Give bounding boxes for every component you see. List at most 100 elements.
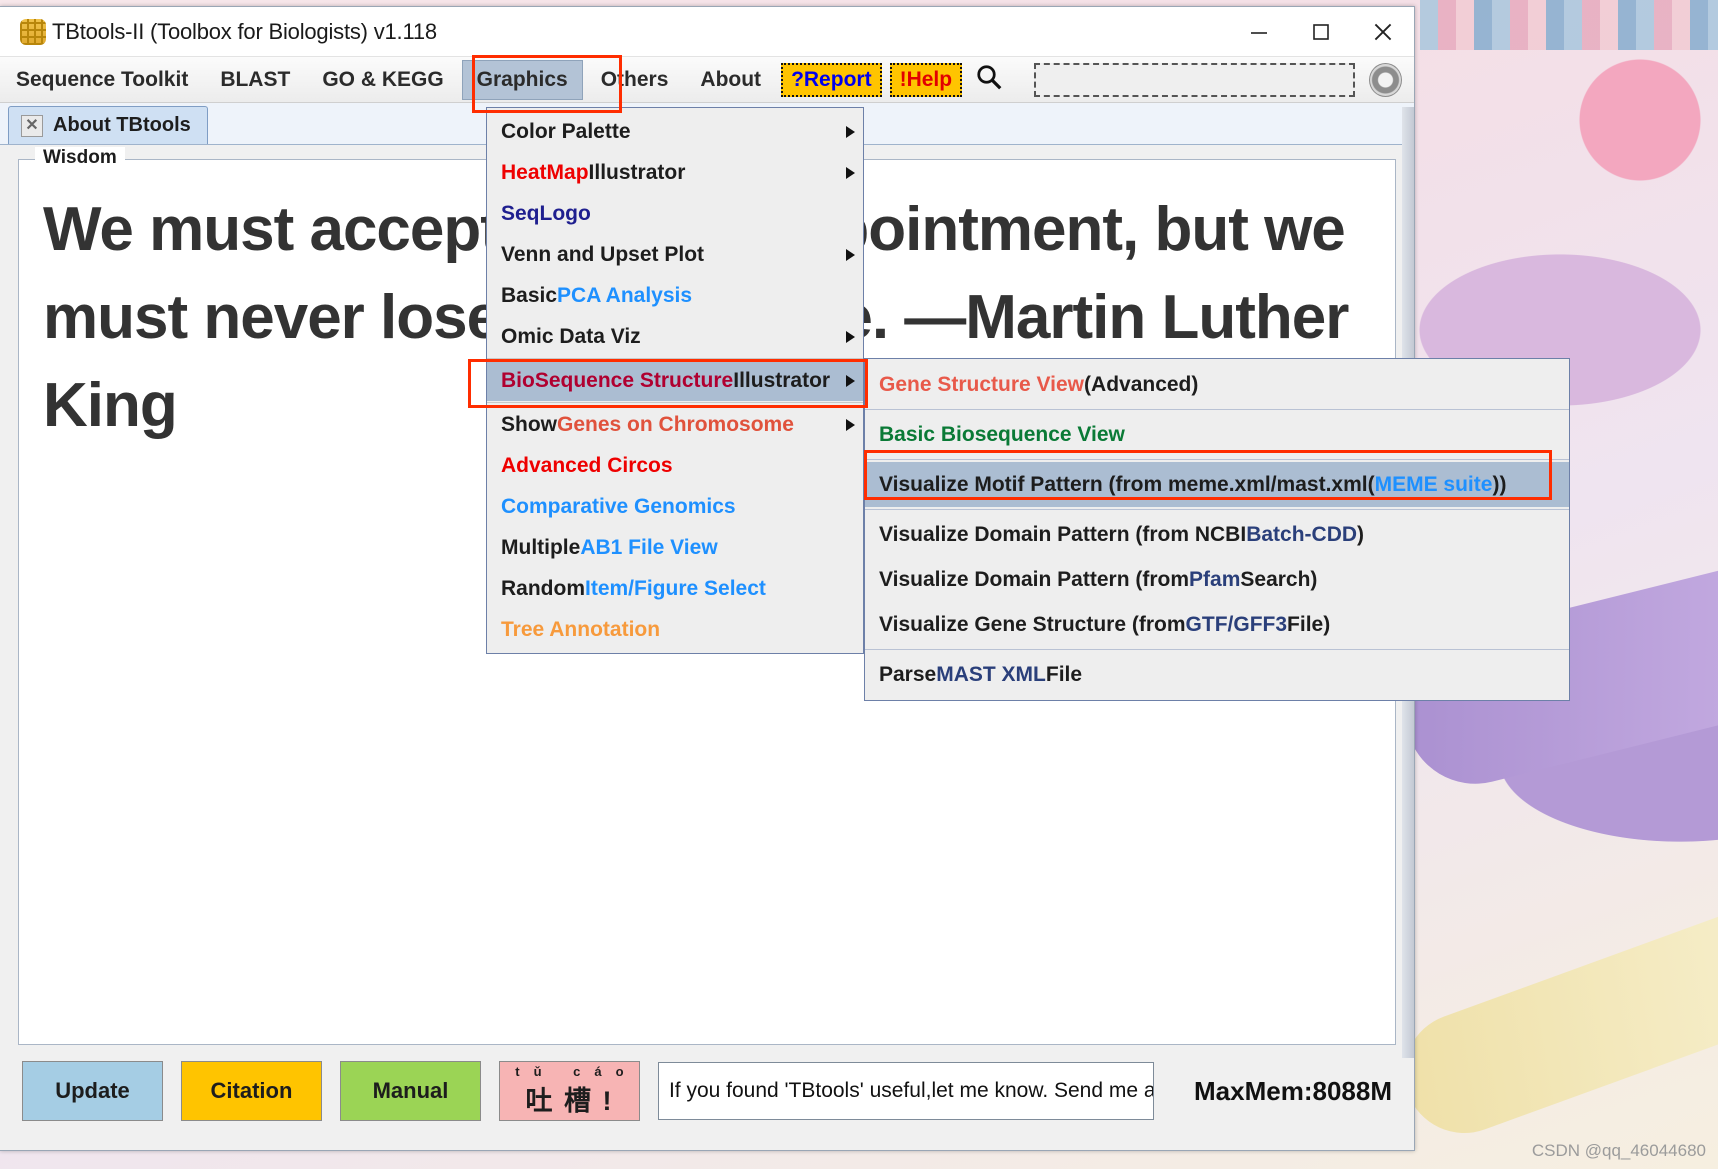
graphics-dropdown-menu: Color Palette HeatMap Illustrator SeqLogo V… — [486, 107, 864, 654]
graphics-menu-item-seqlogo-text-0: SeqLogo — [501, 201, 591, 225]
tab-about-tbtools[interactable]: ✕ About TBtools — [8, 106, 208, 144]
menu-graphics[interactable]: Graphics — [461, 59, 583, 100]
graphics-menu-item-show-genes-on-chromosome-text-0: Show — [501, 412, 557, 436]
submenu-item-parse-mast-xml-file-text-2: File — [1045, 662, 1083, 686]
graphics-menu-item-omic-data-viz-text-0: Omic Data Viz — [501, 324, 641, 348]
submenu-item-visualize-motif-pattern[interactable]: Visualize Motif Pattern (from meme.xml/m… — [865, 462, 1569, 507]
help-button[interactable]: !Help — [889, 62, 963, 97]
graphics-menu-item-heatmap-illustrator[interactable]: HeatMap Illustrator — [487, 152, 863, 193]
tucao-pinyin: tǔ cáo — [515, 1064, 638, 1079]
graphics-menu-item-biosequence-structure-illustrator[interactable]: BioSequence Structure Illustrator — [487, 360, 863, 401]
graphics-menu-item-multiple-ab1-file-view-text-0: Multiple — [501, 535, 581, 559]
graphics-menu-item-random-item-figure-select[interactable]: Random Item/Figure Select — [487, 568, 863, 609]
chevron-right-icon — [846, 330, 855, 343]
graphics-menu-item-comparative-genomics[interactable]: Comparative Genomics — [487, 486, 863, 527]
menu-separator — [487, 402, 863, 403]
submenu-item-visualize-domain-pattern-ncbi-batch-cdd-text-1: Batch-CDD — [1246, 522, 1358, 546]
submenu-item-gene-structure-view-advanced[interactable]: Gene Structure View (Advanced) — [865, 362, 1569, 407]
graphics-menu-item-comparative-genomics-text-0: Comparative Genomics — [501, 494, 736, 518]
graphics-menu-item-seqlogo[interactable]: SeqLogo — [487, 193, 863, 234]
menu-separator — [865, 509, 1569, 510]
submenu-item-visualize-motif-pattern-text-2: )) — [1492, 472, 1507, 496]
submenu-item-visualize-motif-pattern-text-0: Visualize Motif Pattern (from meme.xml/m… — [879, 472, 1375, 496]
menu-others[interactable]: Others — [587, 61, 683, 99]
record-toggle-icon[interactable] — [1368, 62, 1402, 97]
search-icon[interactable] — [974, 62, 1004, 97]
chevron-right-icon — [846, 125, 855, 138]
chevron-right-icon — [846, 418, 855, 431]
menu-blast[interactable]: BLAST — [206, 61, 304, 99]
help-mark: ! — [899, 67, 907, 91]
minimize-icon[interactable] — [1228, 7, 1290, 57]
bottom-bar: Update Citation Manual tǔ cáo 吐 槽 ! If y… — [0, 1052, 1414, 1130]
submenu-item-gene-structure-view-advanced-text-0: Gene Structure View — [879, 372, 1085, 396]
submenu-item-visualize-domain-pattern-ncbi-batch-cdd[interactable]: Visualize Domain Pattern (from NCBI Batc… — [865, 512, 1569, 557]
message-input[interactable]: If you found 'TBtools' useful,let me kno… — [657, 1062, 1155, 1120]
graphics-menu-item-heatmap-illustrator-text-0: HeatMap — [501, 160, 589, 184]
citation-button[interactable]: Citation — [180, 1061, 322, 1121]
graphics-menu-item-show-genes-on-chromosome-text-1: Genes on Chromosome — [557, 412, 794, 436]
graphics-menu-item-advanced-circos-text-0: Advanced Circos — [501, 453, 673, 477]
menu-go-kegg[interactable]: GO & KEGG — [308, 61, 457, 99]
application-window: TBtools-II (Toolbox for Biologists) v1.1… — [0, 6, 1570, 1151]
graphics-menu-item-heatmap-illustrator-text-1: Illustrator — [588, 160, 686, 184]
menu-bar: Sequence Toolkit BLAST GO & KEGG Graphic… — [0, 57, 1414, 103]
tab-close-icon[interactable]: ✕ — [21, 114, 43, 137]
tucao-hanzi: 吐 槽 ! — [525, 1086, 614, 1116]
submenu-item-parse-mast-xml-file[interactable]: Parse MAST XML File — [865, 652, 1569, 697]
menu-sequence-toolkit[interactable]: Sequence Toolkit — [2, 61, 202, 99]
graphics-menu-item-omic-data-viz[interactable]: Omic Data Viz — [487, 316, 863, 357]
submenu-item-visualize-gene-structure-gtf-gff3-text-1: GTF/GFF3 — [1185, 612, 1288, 636]
report-mark: ? — [791, 67, 804, 91]
graphics-menu-item-show-genes-on-chromosome[interactable]: Show Genes on Chromosome — [487, 404, 863, 445]
submenu-item-visualize-domain-pattern-pfam-search-text-2: Search) — [1240, 567, 1318, 591]
close-icon[interactable] — [1352, 7, 1414, 57]
report-button[interactable]: ?Report — [781, 62, 882, 97]
graphics-menu-item-multiple-ab1-file-view-text-1: AB1 File View — [580, 535, 718, 559]
feedback-tucao-button[interactable]: tǔ cáo 吐 槽 ! — [498, 1061, 640, 1121]
search-input[interactable] — [1034, 62, 1355, 97]
manual-button[interactable]: Manual — [339, 1061, 481, 1121]
graphics-menu-item-multiple-ab1-file-view[interactable]: Multiple AB1 File View — [487, 527, 863, 568]
submenu-item-basic-biosequence-view-text-0: Basic Biosequence View — [879, 422, 1125, 446]
submenu-item-visualize-motif-pattern-text-1: MEME suite — [1374, 472, 1493, 496]
watermark-text: CSDN @qq_46044680 — [1531, 1141, 1706, 1160]
graphics-menu-item-basic-pca-analysis-text-1: PCA Analysis — [557, 283, 693, 307]
update-button[interactable]: Update — [22, 1061, 163, 1121]
submenu-item-visualize-domain-pattern-pfam-search-text-0: Visualize Domain Pattern (from — [879, 567, 1190, 591]
chevron-right-icon — [846, 248, 855, 261]
submenu-item-visualize-domain-pattern-ncbi-batch-cdd-text-2: ) — [1357, 522, 1365, 546]
graphics-menu-item-venn-and-upset-plot-text-0: Venn and Upset Plot — [501, 242, 705, 266]
report-word: Report — [803, 67, 872, 91]
submenu-item-basic-biosequence-view[interactable]: Basic Biosequence View — [865, 412, 1569, 457]
menu-separator — [487, 358, 863, 359]
submenu-item-parse-mast-xml-file-text-1: MAST XML — [936, 662, 1046, 686]
submenu-item-visualize-domain-pattern-pfam-search-text-1: Pfam — [1189, 567, 1241, 591]
maxmem-label: MaxMem:8088M — [1194, 1075, 1392, 1106]
window-controls — [1228, 7, 1414, 57]
graphics-menu-item-color-palette[interactable]: Color Palette — [487, 111, 863, 152]
graphics-menu-item-random-item-figure-select-text-0: Random — [501, 576, 585, 600]
graphics-menu-item-tree-annotation[interactable]: Tree Annotation — [487, 609, 863, 650]
window-title: TBtools-II (Toolbox for Biologists) v1.1… — [52, 18, 437, 44]
title-bar: TBtools-II (Toolbox for Biologists) v1.1… — [0, 7, 1414, 57]
submenu-item-gene-structure-view-advanced-text-1: (Advanced) — [1084, 372, 1199, 396]
submenu-item-visualize-domain-pattern-pfam-search[interactable]: Visualize Domain Pattern (from Pfam Sear… — [865, 557, 1569, 602]
wallpaper-dots — [1420, 0, 1718, 50]
graphics-menu-item-basic-pca-analysis[interactable]: Basic PCA Analysis — [487, 275, 863, 316]
graphics-menu-item-advanced-circos[interactable]: Advanced Circos — [487, 445, 863, 486]
biosequence-structure-submenu: Gene Structure View (Advanced) Basic Bios… — [864, 358, 1570, 701]
wisdom-legend: Wisdom — [35, 147, 125, 169]
graphics-menu-item-biosequence-structure-illustrator-text-1: Illustrator — [733, 368, 831, 392]
submenu-item-visualize-gene-structure-gtf-gff3-text-0: Visualize Gene Structure (from — [879, 612, 1186, 636]
tab-label: About TBtools — [53, 114, 191, 136]
chevron-right-icon — [846, 166, 855, 179]
graphics-menu-item-venn-and-upset-plot[interactable]: Venn and Upset Plot — [487, 234, 863, 275]
help-word: Help — [906, 67, 953, 91]
graphics-menu-item-tree-annotation-text-0: Tree Annotation — [501, 617, 661, 641]
submenu-item-parse-mast-xml-file-text-0: Parse — [879, 662, 937, 686]
menu-about[interactable]: About — [686, 61, 775, 99]
maximize-icon[interactable] — [1290, 7, 1352, 57]
graphics-menu-item-random-item-figure-select-text-1: Item/Figure Select — [585, 576, 766, 600]
submenu-item-visualize-gene-structure-gtf-gff3[interactable]: Visualize Gene Structure (from GTF/GFF3 … — [865, 602, 1569, 647]
